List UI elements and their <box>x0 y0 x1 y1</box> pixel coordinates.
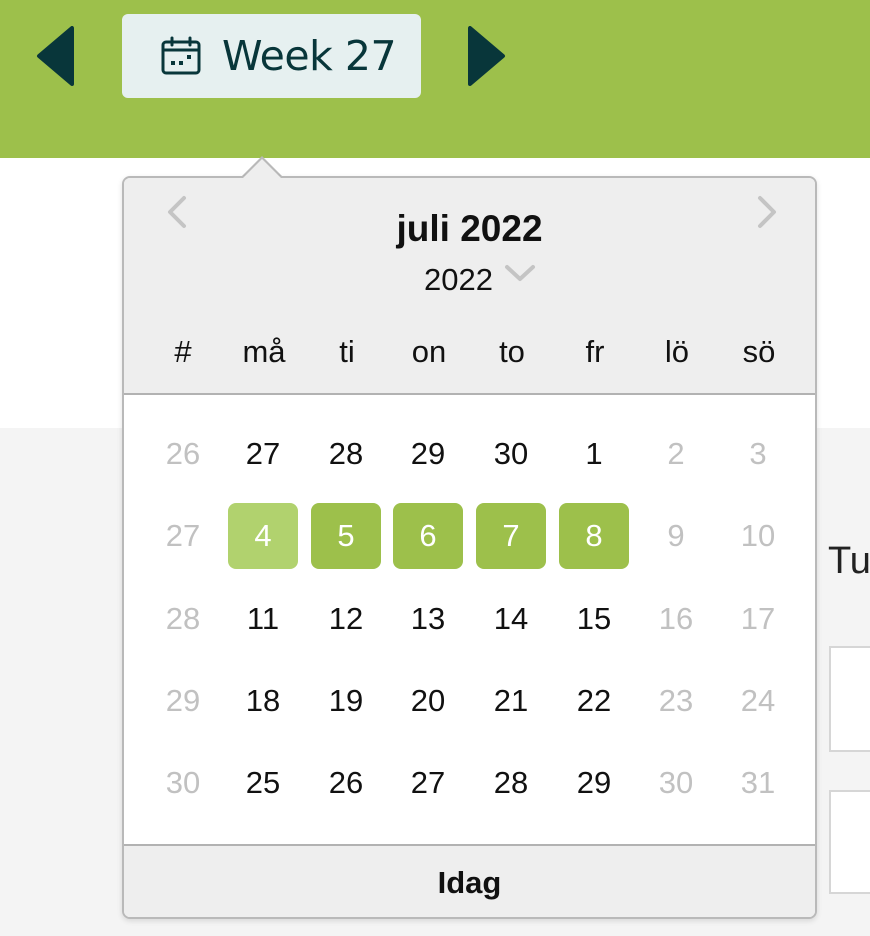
year-value: 2022 <box>424 262 493 297</box>
calendar-day[interactable]: 25 <box>228 750 298 816</box>
calendar-day[interactable]: 27 <box>228 421 298 487</box>
month-title: juli 2022 <box>396 208 543 249</box>
calendar-day[interactable]: 27 <box>393 750 463 816</box>
week-number[interactable]: 28 <box>148 586 218 652</box>
datepicker-popup: juli 2022 2022 # må ti on to fr lö sö 26 27 28 29 3… <box>122 176 817 919</box>
popup-caret-fill <box>242 159 282 179</box>
calendar-day[interactable]: 29 <box>559 750 629 816</box>
column-label: Tu <box>828 540 870 582</box>
calendar-day[interactable]: 5 <box>311 503 381 569</box>
calendar-day[interactable]: 31 <box>723 750 793 816</box>
week-label: Week 27 <box>222 32 397 80</box>
triangle-right-icon <box>468 26 505 86</box>
calendar-day[interactable]: 18 <box>228 668 298 734</box>
calendar-day[interactable]: 30 <box>641 750 711 816</box>
week-number[interactable]: 26 <box>148 421 218 487</box>
weekday-header: # <box>174 334 192 369</box>
calendar-day[interactable]: 8 <box>559 503 629 569</box>
calendar-day[interactable]: 28 <box>476 750 546 816</box>
calendar-day[interactable]: 11 <box>228 586 298 652</box>
calendar-day[interactable]: 2 <box>641 421 711 487</box>
calendar-day[interactable]: 4 <box>228 503 298 569</box>
calendar-day[interactable]: 29 <box>393 421 463 487</box>
week-number[interactable]: 27 <box>148 503 218 569</box>
calendar-icon <box>161 36 201 75</box>
calendar-day[interactable]: 3 <box>723 421 793 487</box>
calendar-day[interactable]: 26 <box>311 750 381 816</box>
calendar-day[interactable]: 14 <box>476 586 546 652</box>
previous-week-button[interactable] <box>36 26 76 86</box>
content-card <box>829 646 870 752</box>
calendar-day[interactable]: 22 <box>559 668 629 734</box>
datepicker-header: juli 2022 2022 # må ti on to fr lö sö <box>124 178 815 395</box>
calendar-day[interactable]: 12 <box>311 586 381 652</box>
calendar-day[interactable]: 15 <box>559 586 629 652</box>
page: Week 27 Tu juli 2022 2022 # må ti on to … <box>0 0 870 936</box>
next-month-button[interactable] <box>752 194 782 230</box>
year-select[interactable]: 2022 <box>424 260 537 300</box>
week-number[interactable]: 29 <box>148 668 218 734</box>
weekday-header-row: # må ti on to fr lö sö <box>124 332 815 372</box>
calendar-day[interactable]: 9 <box>641 503 711 569</box>
calendar-day[interactable]: 7 <box>476 503 546 569</box>
calendar-day[interactable]: 30 <box>476 421 546 487</box>
weekday-header: on <box>411 334 447 369</box>
weekday-header: sö <box>742 334 776 369</box>
calendar-day[interactable]: 13 <box>393 586 463 652</box>
calendar-day[interactable]: 16 <box>641 586 711 652</box>
top-navigation-bar: Week 27 <box>0 0 870 158</box>
calendar-day[interactable]: 1 <box>559 421 629 487</box>
week-number[interactable]: 30 <box>148 750 218 816</box>
next-week-button[interactable] <box>466 26 506 86</box>
content-card <box>829 790 870 894</box>
calendar-day[interactable]: 17 <box>723 586 793 652</box>
week-picker-button[interactable]: Week 27 <box>122 14 421 98</box>
calendar-day[interactable]: 19 <box>311 668 381 734</box>
chevron-right-icon <box>758 196 776 228</box>
weekday-header: fr <box>585 334 605 369</box>
chevron-down-icon <box>504 265 535 281</box>
calendar-day[interactable]: 21 <box>476 668 546 734</box>
calendar-day[interactable]: 28 <box>311 421 381 487</box>
weekday-header: ti <box>339 334 355 369</box>
calendar-day[interactable]: 6 <box>393 503 463 569</box>
calendar-day[interactable]: 20 <box>393 668 463 734</box>
weekday-header: to <box>499 334 525 369</box>
calendar-day[interactable]: 10 <box>723 503 793 569</box>
weekday-header: må <box>242 334 286 369</box>
today-button[interactable]: Idag <box>124 844 815 917</box>
calendar-day[interactable]: 24 <box>723 668 793 734</box>
calendar-day[interactable]: 23 <box>641 668 711 734</box>
weekday-header: lö <box>664 334 690 369</box>
triangle-left-icon <box>37 26 74 86</box>
